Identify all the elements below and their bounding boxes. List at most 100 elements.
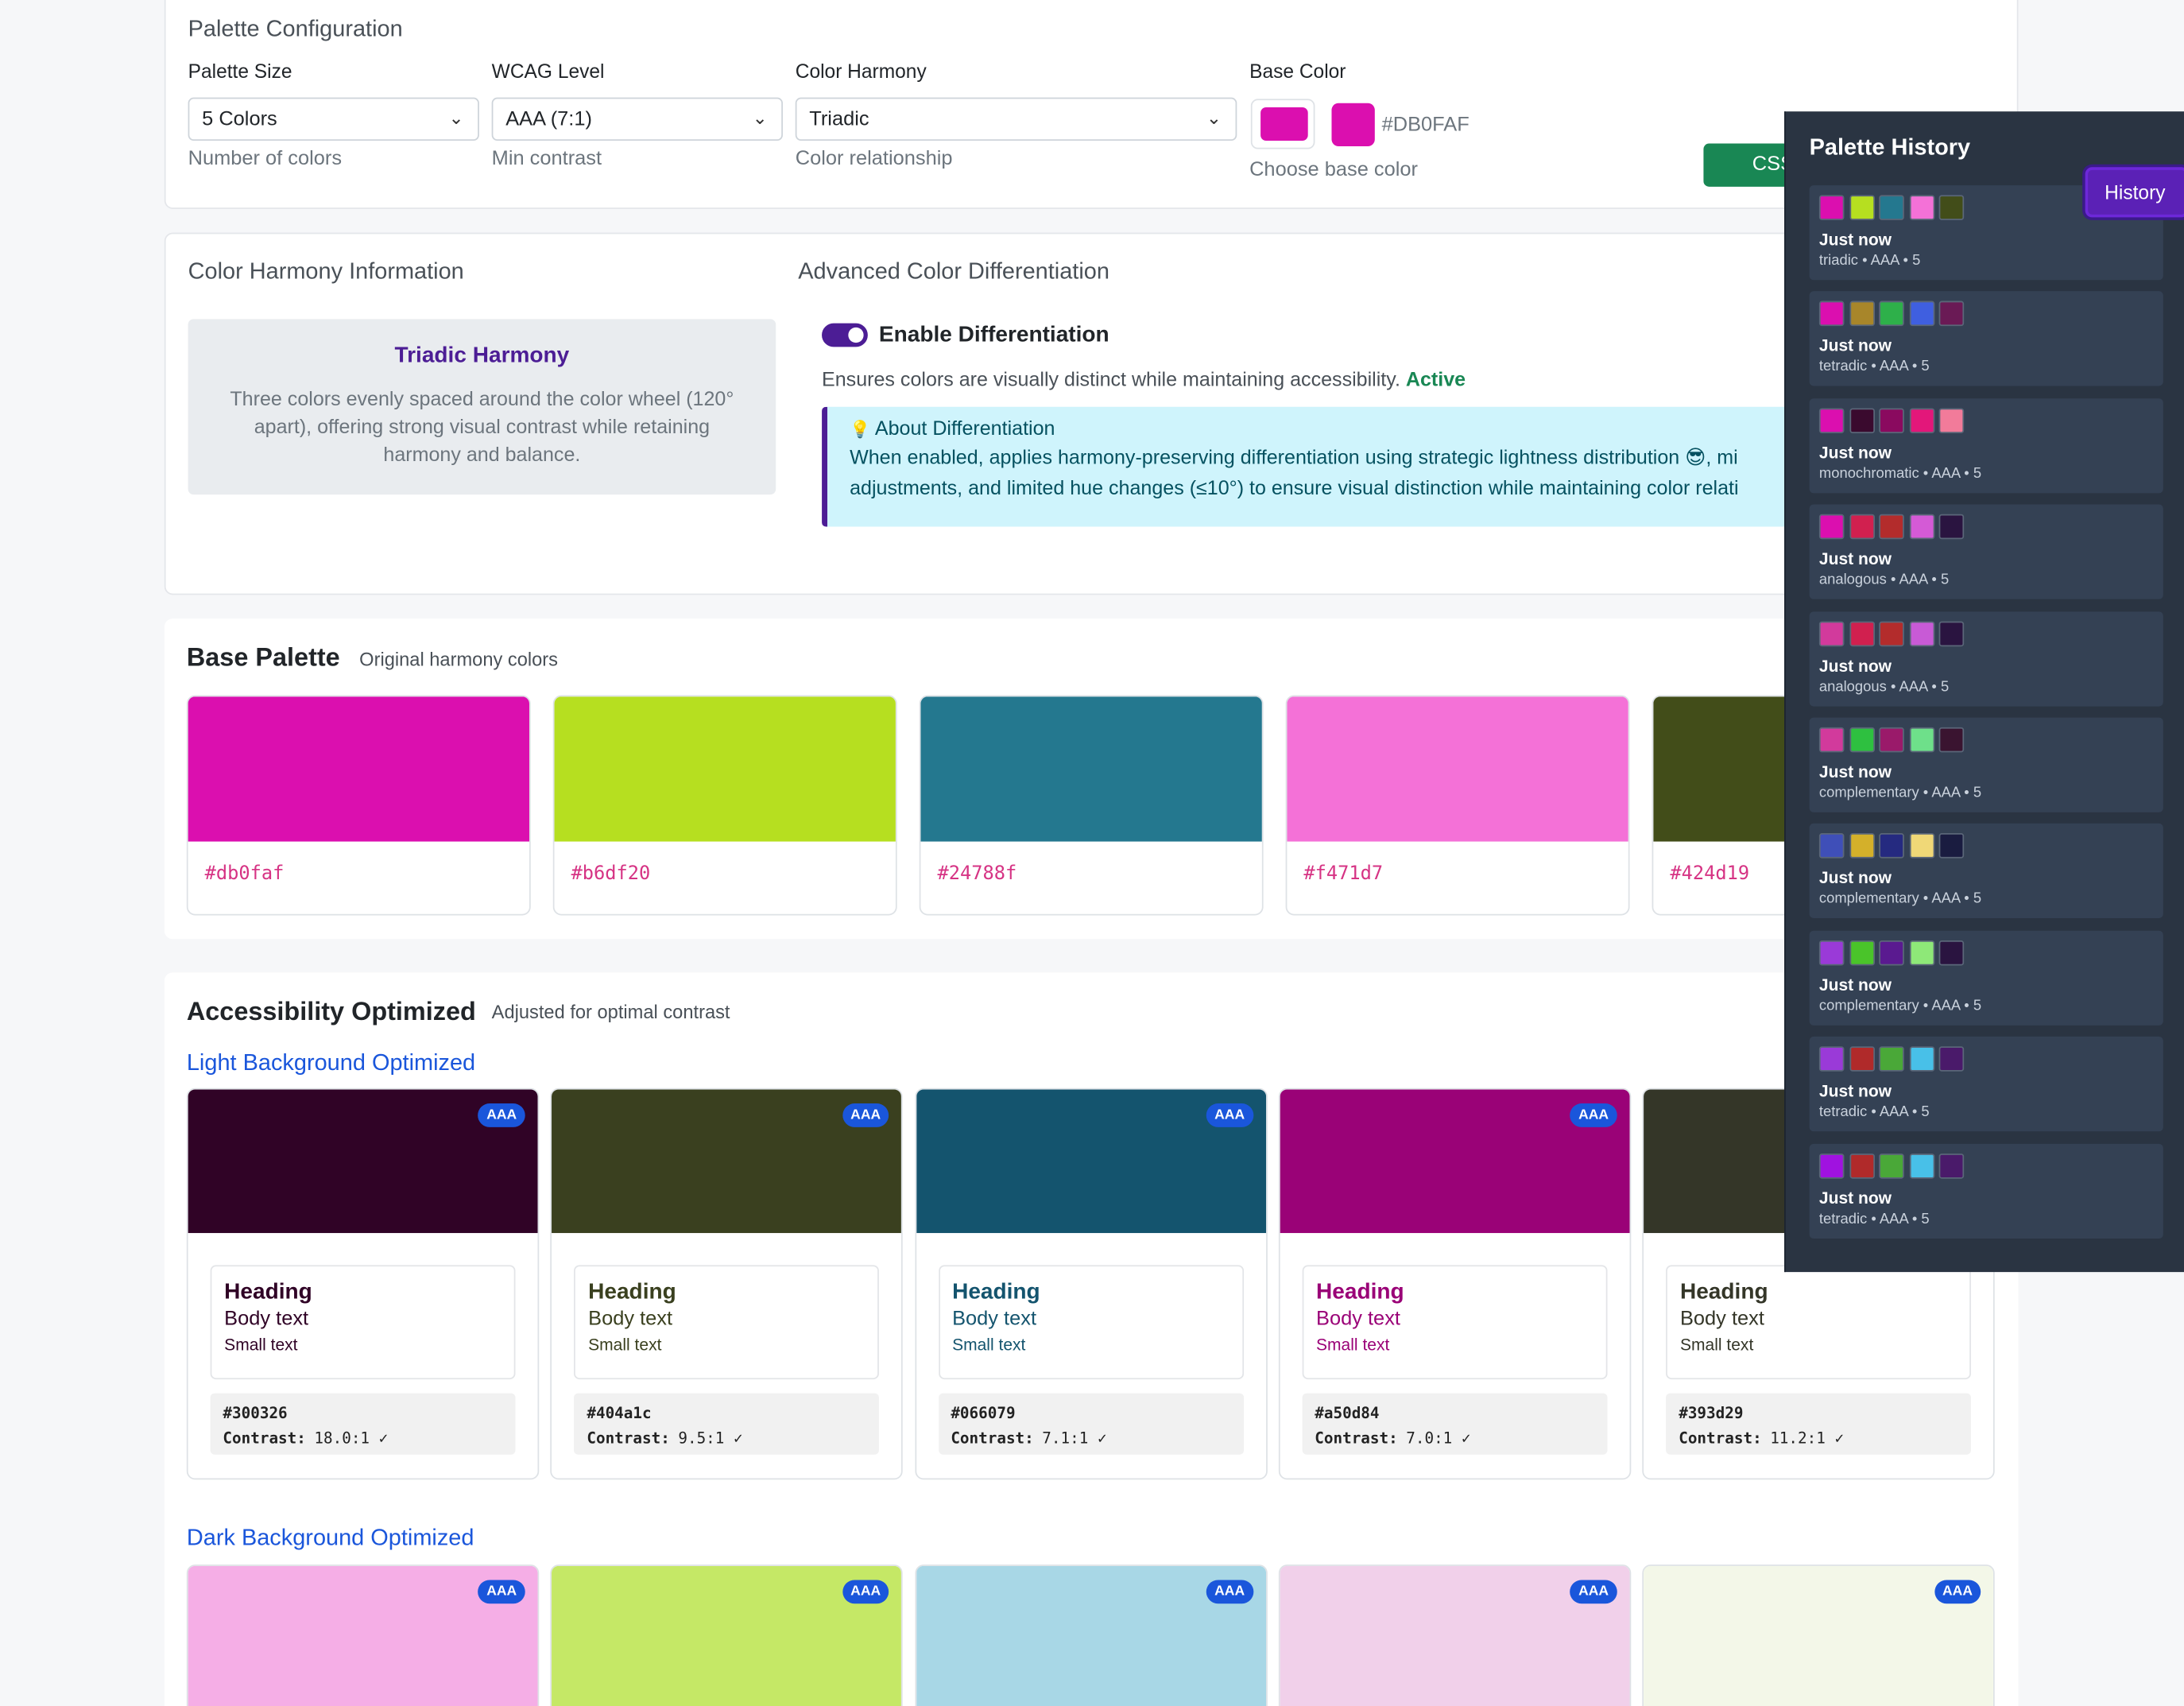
text-preview: Heading Body text Small text [574, 1265, 880, 1380]
dark-color-card[interactable]: AAA [1278, 1564, 1632, 1706]
history-swatch [1818, 408, 1845, 433]
palette-configuration-panel: Palette Configuration Palette Size 5 Col… [164, 0, 2019, 209]
dark-color-card[interactable]: AAA [914, 1564, 1268, 1706]
base-color-card[interactable]: #f471d7 [1285, 695, 1630, 916]
history-swatch [1879, 195, 1904, 220]
history-swatch [1818, 514, 1845, 540]
history-meta: triadic • AAA • 5 [1818, 252, 1921, 269]
hex-code: #404a1c [587, 1404, 652, 1423]
wcag-badge: AAA [478, 1580, 525, 1604]
contrast-label: Contrast: [1315, 1429, 1398, 1448]
dark-color-card[interactable]: AAA [186, 1564, 540, 1706]
history-swatch [1818, 1153, 1845, 1178]
contrast-value: 7.1:1 ✓ [1042, 1429, 1107, 1448]
preview-heading: Heading [224, 1280, 312, 1305]
preview-body: Body text [224, 1308, 309, 1331]
history-swatch [1908, 195, 1934, 220]
base-color-card[interactable]: #db0faf [186, 695, 531, 916]
history-swatch [1938, 620, 1965, 646]
base-color-card[interactable]: #b6df20 [552, 695, 897, 916]
history-item[interactable]: Just now complementary • AAA • 5 [1809, 717, 2163, 812]
history-swatch [1818, 195, 1845, 220]
app-root: Palette Configuration Palette Size 5 Col… [0, 0, 2184, 1706]
history-item[interactable]: Just now tetradic • AAA • 5 [1809, 1037, 2163, 1132]
wcag-badge: AAA [842, 1103, 889, 1127]
history-swatch [1849, 727, 1875, 753]
contrast-info: #393d29 Contrast: 11.2:1 ✓ [1666, 1393, 1972, 1455]
history-toggle-button[interactable]: History [2085, 167, 2184, 218]
hex-code: #066079 [951, 1404, 1016, 1423]
wcag-badge: AAA [1570, 1103, 1617, 1127]
history-swatch [1849, 620, 1875, 646]
differentiation-toggle[interactable] [822, 323, 868, 347]
history-swatch [1938, 940, 1965, 966]
history-swatch [1818, 1046, 1845, 1072]
history-swatch [1849, 1046, 1875, 1072]
text-preview: Heading Body text Small text [1666, 1265, 1972, 1380]
contrast-row: Contrast: 18.0:1 ✓ [223, 1427, 502, 1452]
history-item[interactable]: Just now monochromatic • AAA • 5 [1809, 397, 2163, 494]
harmony-name: Triadic Harmony [394, 343, 570, 368]
wcag-badge: AAA [842, 1580, 889, 1604]
dark-color-card[interactable]: AAA [550, 1564, 904, 1706]
history-swatch [1849, 940, 1875, 966]
history-swatch [1879, 408, 1904, 433]
base-color-chip[interactable] [1331, 103, 1375, 147]
history-meta: complementary • AAA • 5 [1818, 997, 1982, 1014]
history-swatch [1849, 514, 1875, 540]
wcag-level-value: AAA (7:1) [505, 108, 592, 131]
differentiation-toggle-label: Enable Differentiation [878, 323, 1109, 347]
history-swatch [1938, 514, 1965, 540]
history-item[interactable]: Just now analogous • AAA • 5 [1809, 504, 2163, 599]
history-meta: tetradic • AAA • 5 [1818, 1103, 1930, 1121]
history-swatch [1818, 301, 1845, 327]
dark-color-card[interactable]: AAA [1642, 1564, 1996, 1706]
harmony-description: Three colors evenly spaced around the co… [230, 388, 734, 467]
harmony-info-title: Color Harmony Information [188, 258, 464, 285]
wcag-badge: AAA [1206, 1580, 1253, 1604]
light-color-card[interactable]: AAA Heading Body text Small text #066079 Cont… [914, 1088, 1268, 1480]
base-color-card[interactable]: #24788f [919, 695, 1264, 916]
history-swatch [1879, 514, 1904, 540]
history-swatch [1908, 940, 1934, 966]
preview-heading: Heading [588, 1280, 676, 1305]
light-color-card[interactable]: AAA Heading Body text Small text #300326 Cont… [186, 1088, 540, 1480]
light-color-card[interactable]: AAA Heading Body text Small text #a50d84 Cont… [1278, 1088, 1632, 1480]
history-item[interactable]: Just now analogous • AAA • 5 [1809, 611, 2163, 706]
history-time: Just now [1818, 1188, 1892, 1208]
history-item[interactable]: Just now tetradic • AAA • 5 [1809, 291, 2163, 387]
accessibility-subtitle: Adjusted for optimal contrast [491, 1002, 730, 1023]
history-swatch [1908, 727, 1934, 753]
light-color-card[interactable]: AAA Heading Body text Small text #404a1c Cont… [550, 1088, 904, 1480]
accessibility-title: Accessibility Optimized [186, 996, 476, 1026]
harmony-differentiation-panel: Color Harmony Information Triadic Harmon… [164, 232, 2020, 595]
panel-title: Palette Configuration [188, 17, 403, 42]
history-meta: tetradic • AAA • 5 [1818, 359, 1930, 376]
differentiation-desc-text: Ensures colors are visually distinct whi… [822, 369, 1400, 392]
base-color-picker[interactable] [1250, 99, 1315, 149]
history-item[interactable]: Just now complementary • AAA • 5 [1809, 930, 2163, 1026]
history-item[interactable]: Just now complementary • AAA • 5 [1809, 824, 2163, 919]
text-preview: Heading Body text Small text [938, 1265, 1244, 1380]
palette-size-help: Number of colors [188, 147, 343, 170]
contrast-row: Contrast: 11.2:1 ✓ [1679, 1427, 1958, 1452]
history-time: Just now [1818, 762, 1892, 782]
history-meta: complementary • AAA • 5 [1818, 784, 1982, 801]
wcag-level-select[interactable]: AAA (7:1) ⌄ [491, 97, 783, 142]
text-preview: Heading Body text Small text [210, 1265, 516, 1380]
history-item[interactable]: Just now tetradic • AAA • 5 [1809, 1143, 2163, 1239]
history-swatch [1849, 408, 1875, 433]
history-time: Just now [1818, 1081, 1892, 1101]
history-swatch [1849, 301, 1875, 327]
color-harmony-value: Triadic [809, 108, 869, 131]
about-text: When enabled, applies harmony-preserving… [850, 447, 1739, 501]
palette-size-select[interactable]: 5 Colors ⌄ [188, 97, 479, 142]
differentiation-status: Active [1405, 369, 1466, 392]
contrast-row: Contrast: 7.0:1 ✓ [1315, 1427, 1594, 1452]
history-swatch [1938, 833, 1965, 859]
color-harmony-select[interactable]: Triadic ⌄ [795, 97, 1237, 142]
text-preview: Heading Body text Small text [1302, 1265, 1608, 1380]
history-swatch [1879, 833, 1904, 859]
history-meta: monochromatic • AAA • 5 [1818, 465, 1982, 483]
history-swatch [1938, 1046, 1965, 1072]
